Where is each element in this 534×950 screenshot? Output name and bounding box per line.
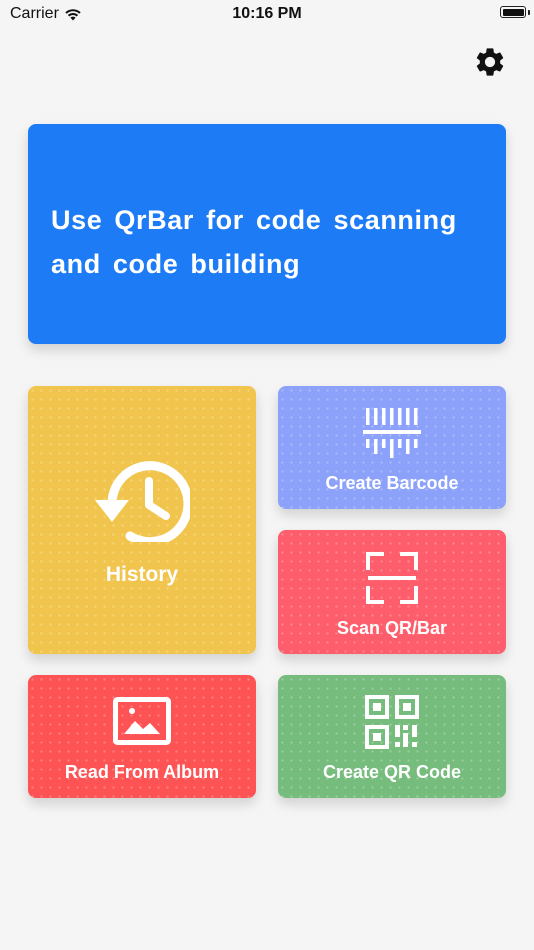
create-barcode-button[interactable]: Create Barcode xyxy=(278,386,506,509)
gear-icon xyxy=(476,48,504,76)
settings-button[interactable] xyxy=(472,44,508,80)
battery-level xyxy=(502,8,524,16)
scan-icon xyxy=(366,552,418,604)
hero-banner: Use QrBar for code scanning and code bui… xyxy=(28,124,506,344)
qr-code-icon xyxy=(365,695,419,749)
scan-button[interactable]: Scan QR/Bar xyxy=(278,530,506,654)
barcode-icon xyxy=(363,408,421,458)
history-button[interactable]: History xyxy=(28,386,256,654)
history-label: History xyxy=(105,563,179,586)
status-bar: Carrier 10:16 PM xyxy=(0,0,534,30)
battery-icon xyxy=(500,6,526,18)
status-time: 10:16 PM xyxy=(232,5,302,22)
create-qr-code-button[interactable]: Create QR Code xyxy=(278,675,506,798)
battery-cap xyxy=(528,10,530,15)
scan-label: Scan QR/Bar xyxy=(336,618,448,638)
read-from-album-button[interactable]: Read From Album xyxy=(28,675,256,798)
history-icon xyxy=(95,461,190,542)
read-from-album-label: Read From Album xyxy=(64,762,220,782)
banner-text: Use QrBar for code scanning and code bui… xyxy=(51,205,457,279)
create-qr-code-label: Create QR Code xyxy=(322,762,462,782)
image-icon xyxy=(113,697,171,745)
create-barcode-label: Create Barcode xyxy=(325,473,459,493)
